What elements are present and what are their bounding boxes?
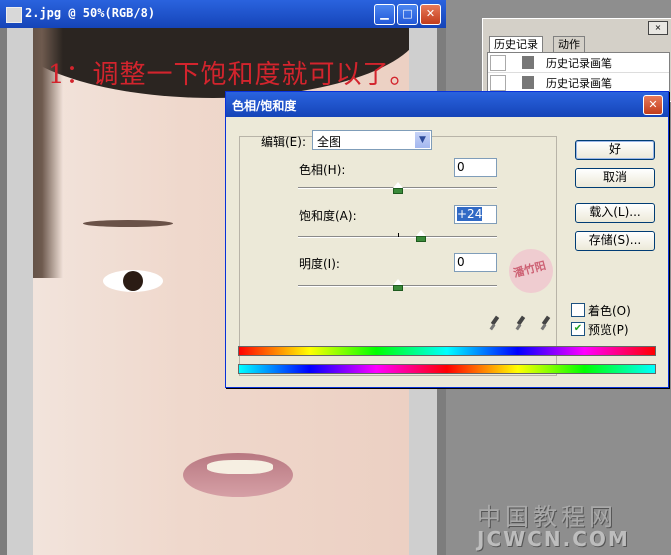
list-item[interactable]: 历史记录画笔	[488, 53, 669, 73]
list-item[interactable]: 历史记录画笔	[488, 73, 669, 93]
left-iris	[123, 271, 143, 291]
watermark-text: 中国教程网	[477, 503, 617, 531]
dialog-close-button[interactable]: ✕	[643, 95, 663, 115]
list-item-label: 历史记录画笔	[546, 77, 612, 90]
saturation-input[interactable]: +24	[454, 205, 497, 224]
minimize-button[interactable]: ▁	[374, 4, 395, 25]
left-eyebrow	[83, 220, 173, 227]
document-title: 2.jpg @ 50%(RGB/8)	[25, 6, 156, 20]
hue-label: 色相(H):	[299, 163, 346, 177]
edit-label: 编辑(E):	[261, 135, 306, 149]
edit-select-value: 全图	[317, 135, 342, 149]
tab-actions[interactable]: 动作	[553, 36, 585, 52]
photoshop-doc-icon	[6, 7, 22, 23]
lightness-label: 明度(I):	[299, 257, 340, 271]
colorize-label: 着色(O)	[588, 304, 631, 318]
output-color-bar	[238, 364, 656, 374]
saturation-slider-thumb[interactable]	[416, 230, 427, 243]
lightness-slider-thumb[interactable]	[392, 279, 404, 292]
watermark-url: JCWCN.COM	[477, 527, 630, 551]
hue-saturation-dialog: 色相/饱和度 ✕ 编辑(E): 全图 ▼ 色相(H): 0 饱和度(A): +2…	[225, 91, 669, 388]
chevron-down-icon[interactable]: ▼	[415, 132, 430, 148]
teeth	[207, 460, 273, 474]
colorize-checkbox[interactable]	[571, 303, 585, 317]
eyedropper-icon[interactable]	[488, 315, 502, 331]
load-button[interactable]: 载入(L)...	[575, 203, 655, 223]
ok-button[interactable]: 好	[575, 140, 655, 160]
close-icon: ✕	[648, 98, 658, 111]
panel-close-button[interactable]: ×	[648, 21, 668, 35]
close-button[interactable]: ✕	[420, 4, 441, 25]
dialog-titlebar[interactable]: 色相/饱和度 ✕	[226, 92, 668, 117]
saturation-center-mark	[398, 233, 399, 237]
history-panel: × 历史记录 动作 历史记录画笔 历史记录画笔	[482, 18, 671, 102]
lightness-input[interactable]: 0	[454, 253, 497, 272]
settings-group	[239, 136, 557, 376]
tutorial-headline: 1：调整一下饱和度就可以了。	[48, 60, 417, 90]
document-titlebar[interactable]: 2.jpg @ 50%(RGB/8) ▁ □ ✕	[0, 0, 446, 28]
panel-header[interactable]: ×	[483, 19, 671, 35]
preview-checkbox[interactable]: ✔	[571, 322, 585, 336]
input-color-bar	[238, 346, 656, 356]
history-brush-icon	[522, 56, 534, 69]
left-eye	[103, 270, 163, 292]
cancel-button[interactable]: 取消	[575, 168, 655, 188]
history-brush-checkbox[interactable]	[490, 55, 506, 71]
dialog-title: 色相/饱和度	[232, 99, 297, 113]
eyedropper-minus-icon[interactable]	[539, 315, 553, 331]
hue-slider-thumb[interactable]	[392, 182, 404, 195]
history-brush-icon	[522, 76, 534, 89]
close-icon: ✕	[425, 7, 436, 20]
list-item-label: 历史记录画笔	[546, 57, 612, 70]
saturation-label: 饱和度(A):	[299, 209, 357, 223]
maximize-button[interactable]: □	[397, 4, 418, 25]
saturation-value: +24	[457, 207, 483, 221]
edit-select[interactable]: 全图 ▼	[312, 130, 432, 150]
minimize-icon: ▁	[380, 7, 389, 20]
history-brush-checkbox[interactable]	[490, 75, 506, 91]
hue-input[interactable]: 0	[454, 158, 497, 177]
save-button[interactable]: 存储(S)...	[575, 231, 655, 251]
maximize-icon: □	[402, 7, 413, 20]
preview-label: 预览(P)	[588, 323, 629, 337]
eyedropper-plus-icon[interactable]	[514, 315, 528, 331]
tab-history[interactable]: 历史记录	[489, 36, 543, 52]
seal-stamp: 潘竹阳	[509, 249, 553, 293]
